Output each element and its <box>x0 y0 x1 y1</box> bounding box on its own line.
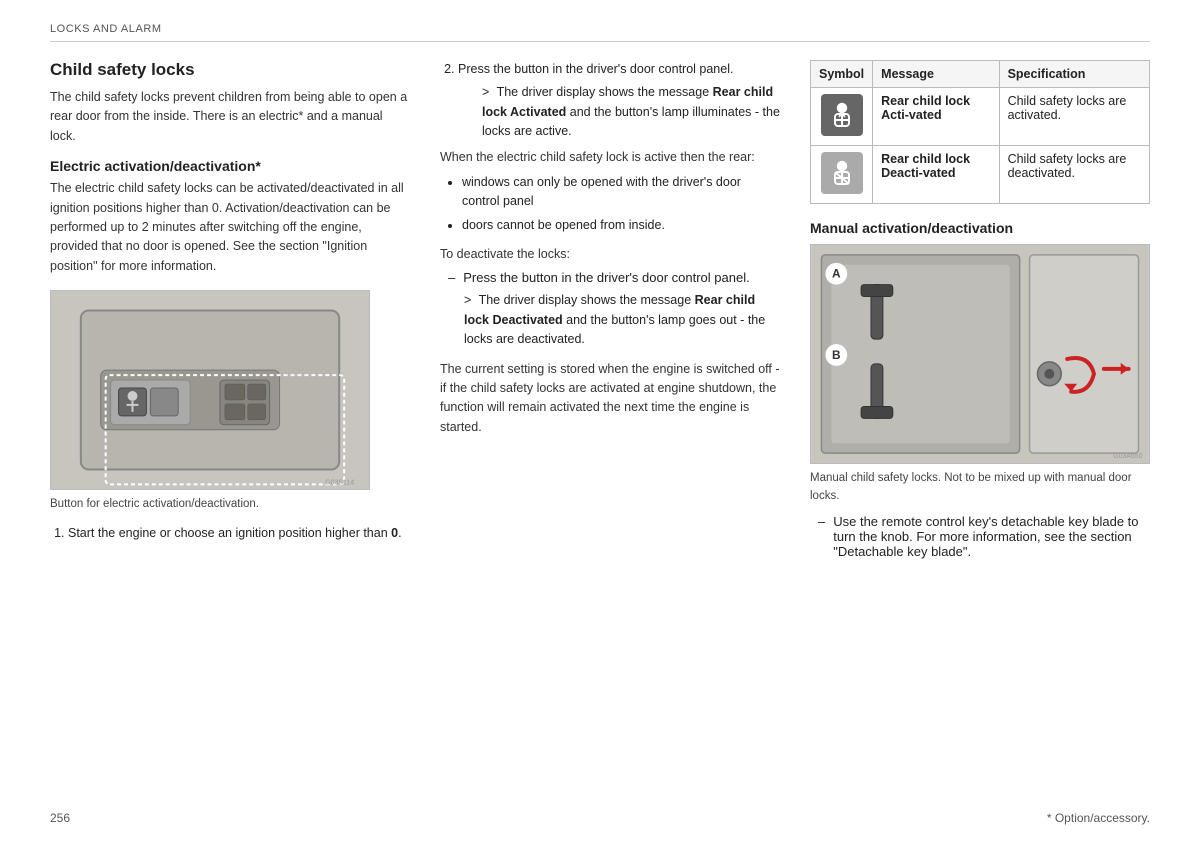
manual-caption: Manual child safety locks. Not to be mix… <box>810 470 1150 506</box>
dash1-text: Press the button in the driver's door co… <box>463 270 749 285</box>
svg-text:G03A650: G03A650 <box>1113 453 1142 460</box>
svg-text:A: A <box>832 267 841 281</box>
door-panel-image: G03S114 <box>50 290 370 490</box>
stored-text: The current setting is stored when the e… <box>440 360 780 438</box>
symbol-cell-1 <box>811 88 873 146</box>
page: LOCKS AND ALARM Child safety locks The c… <box>0 0 1200 845</box>
header-title: LOCKS AND ALARM <box>50 23 162 35</box>
step2-text: Press the button in the driver's door co… <box>458 62 733 76</box>
step2-sub-text: The driver display shows the message <box>497 85 710 99</box>
spec-cell-1: Child safety locks are activated. <box>999 88 1149 146</box>
electric-subtitle: Electric activation/deactivation* <box>50 158 410 174</box>
col-symbol: Symbol <box>811 61 873 88</box>
manual-image-box: A B <box>810 244 1150 464</box>
lock-deactivated-icon <box>821 152 863 194</box>
section-title: Child safety locks <box>50 60 410 80</box>
spec-cell-2: Child safety locks are deactivated. <box>999 146 1149 204</box>
right-column: Symbol Message Specification <box>810 60 1150 565</box>
step1-container: Start the engine or choose an ignition p… <box>50 524 410 543</box>
dash-symbol: – <box>448 270 455 285</box>
step1-item: Start the engine or choose an ignition p… <box>68 524 410 543</box>
electric-desc: The electric child safety locks can be a… <box>50 179 410 276</box>
footer: 256 * Option/accessory. <box>50 811 1150 825</box>
step1-text: Start the engine or choose an ignition p… <box>68 526 388 540</box>
image-caption: Button for electric activation/deactivat… <box>50 496 410 514</box>
header-section: LOCKS AND ALARM <box>50 20 1150 42</box>
svg-text:G03S114: G03S114 <box>325 479 354 486</box>
spec-table: Symbol Message Specification <box>810 60 1150 204</box>
center-column: Press the button in the driver's door co… <box>440 60 780 565</box>
manual-section-title: Manual activation/deactivation <box>810 220 1150 236</box>
left-column: Child safety locks The child safety lock… <box>50 60 410 565</box>
step2-item: Press the button in the driver's door co… <box>458 60 780 142</box>
dash1-sub-container: > The driver display shows the message R… <box>464 291 780 349</box>
when-active-text: When the electric child safety lock is a… <box>440 148 780 167</box>
footnote: * Option/accessory. <box>1047 811 1150 825</box>
message-bold-1: Rear child lock Acti-vated <box>881 94 970 122</box>
main-content: Child safety locks The child safety lock… <box>50 60 1150 565</box>
dash1-container: – Press the button in the driver's door … <box>448 270 780 285</box>
col-spec: Specification <box>999 61 1149 88</box>
bullet1: windows can only be opened with the driv… <box>462 173 780 212</box>
message-cell-2: Rear child lock Deacti-vated <box>873 146 999 204</box>
page-number: 256 <box>50 811 70 825</box>
dash1-sub-text: The driver display shows the message <box>479 293 692 307</box>
svg-text:B: B <box>832 348 841 362</box>
table-row-2: Rear child lock Deacti-vated Child safet… <box>811 146 1150 204</box>
manual-dash-container: – Use the remote control key's detachabl… <box>818 514 1150 559</box>
steps-container: Press the button in the driver's door co… <box>440 60 780 437</box>
step2-sub: > The driver display shows the message R… <box>482 83 780 141</box>
deactivate-intro: To deactivate the locks: <box>440 245 780 264</box>
manual-dash-symbol: – <box>818 514 825 559</box>
col-message: Message <box>873 61 999 88</box>
message-bold-2: Rear child lock Deacti-vated <box>881 152 970 180</box>
door-panel-svg: G03S114 <box>51 290 369 490</box>
gt-symbol: > <box>464 293 471 307</box>
message-cell-1: Rear child lock Acti-vated <box>873 88 999 146</box>
symbol-cell-2 <box>811 146 873 204</box>
table-row-1: Rear child lock Acti-vated Child safety … <box>811 88 1150 146</box>
lock-activated-icon <box>821 94 863 136</box>
bullet2: doors cannot be opened from inside. <box>462 216 780 235</box>
step1-period: . <box>398 526 401 540</box>
manual-dash-text: Use the remote control key's detachable … <box>833 514 1150 559</box>
manual-image-svg: A B <box>811 245 1149 463</box>
intro-text: The child safety locks prevent children … <box>50 88 410 146</box>
